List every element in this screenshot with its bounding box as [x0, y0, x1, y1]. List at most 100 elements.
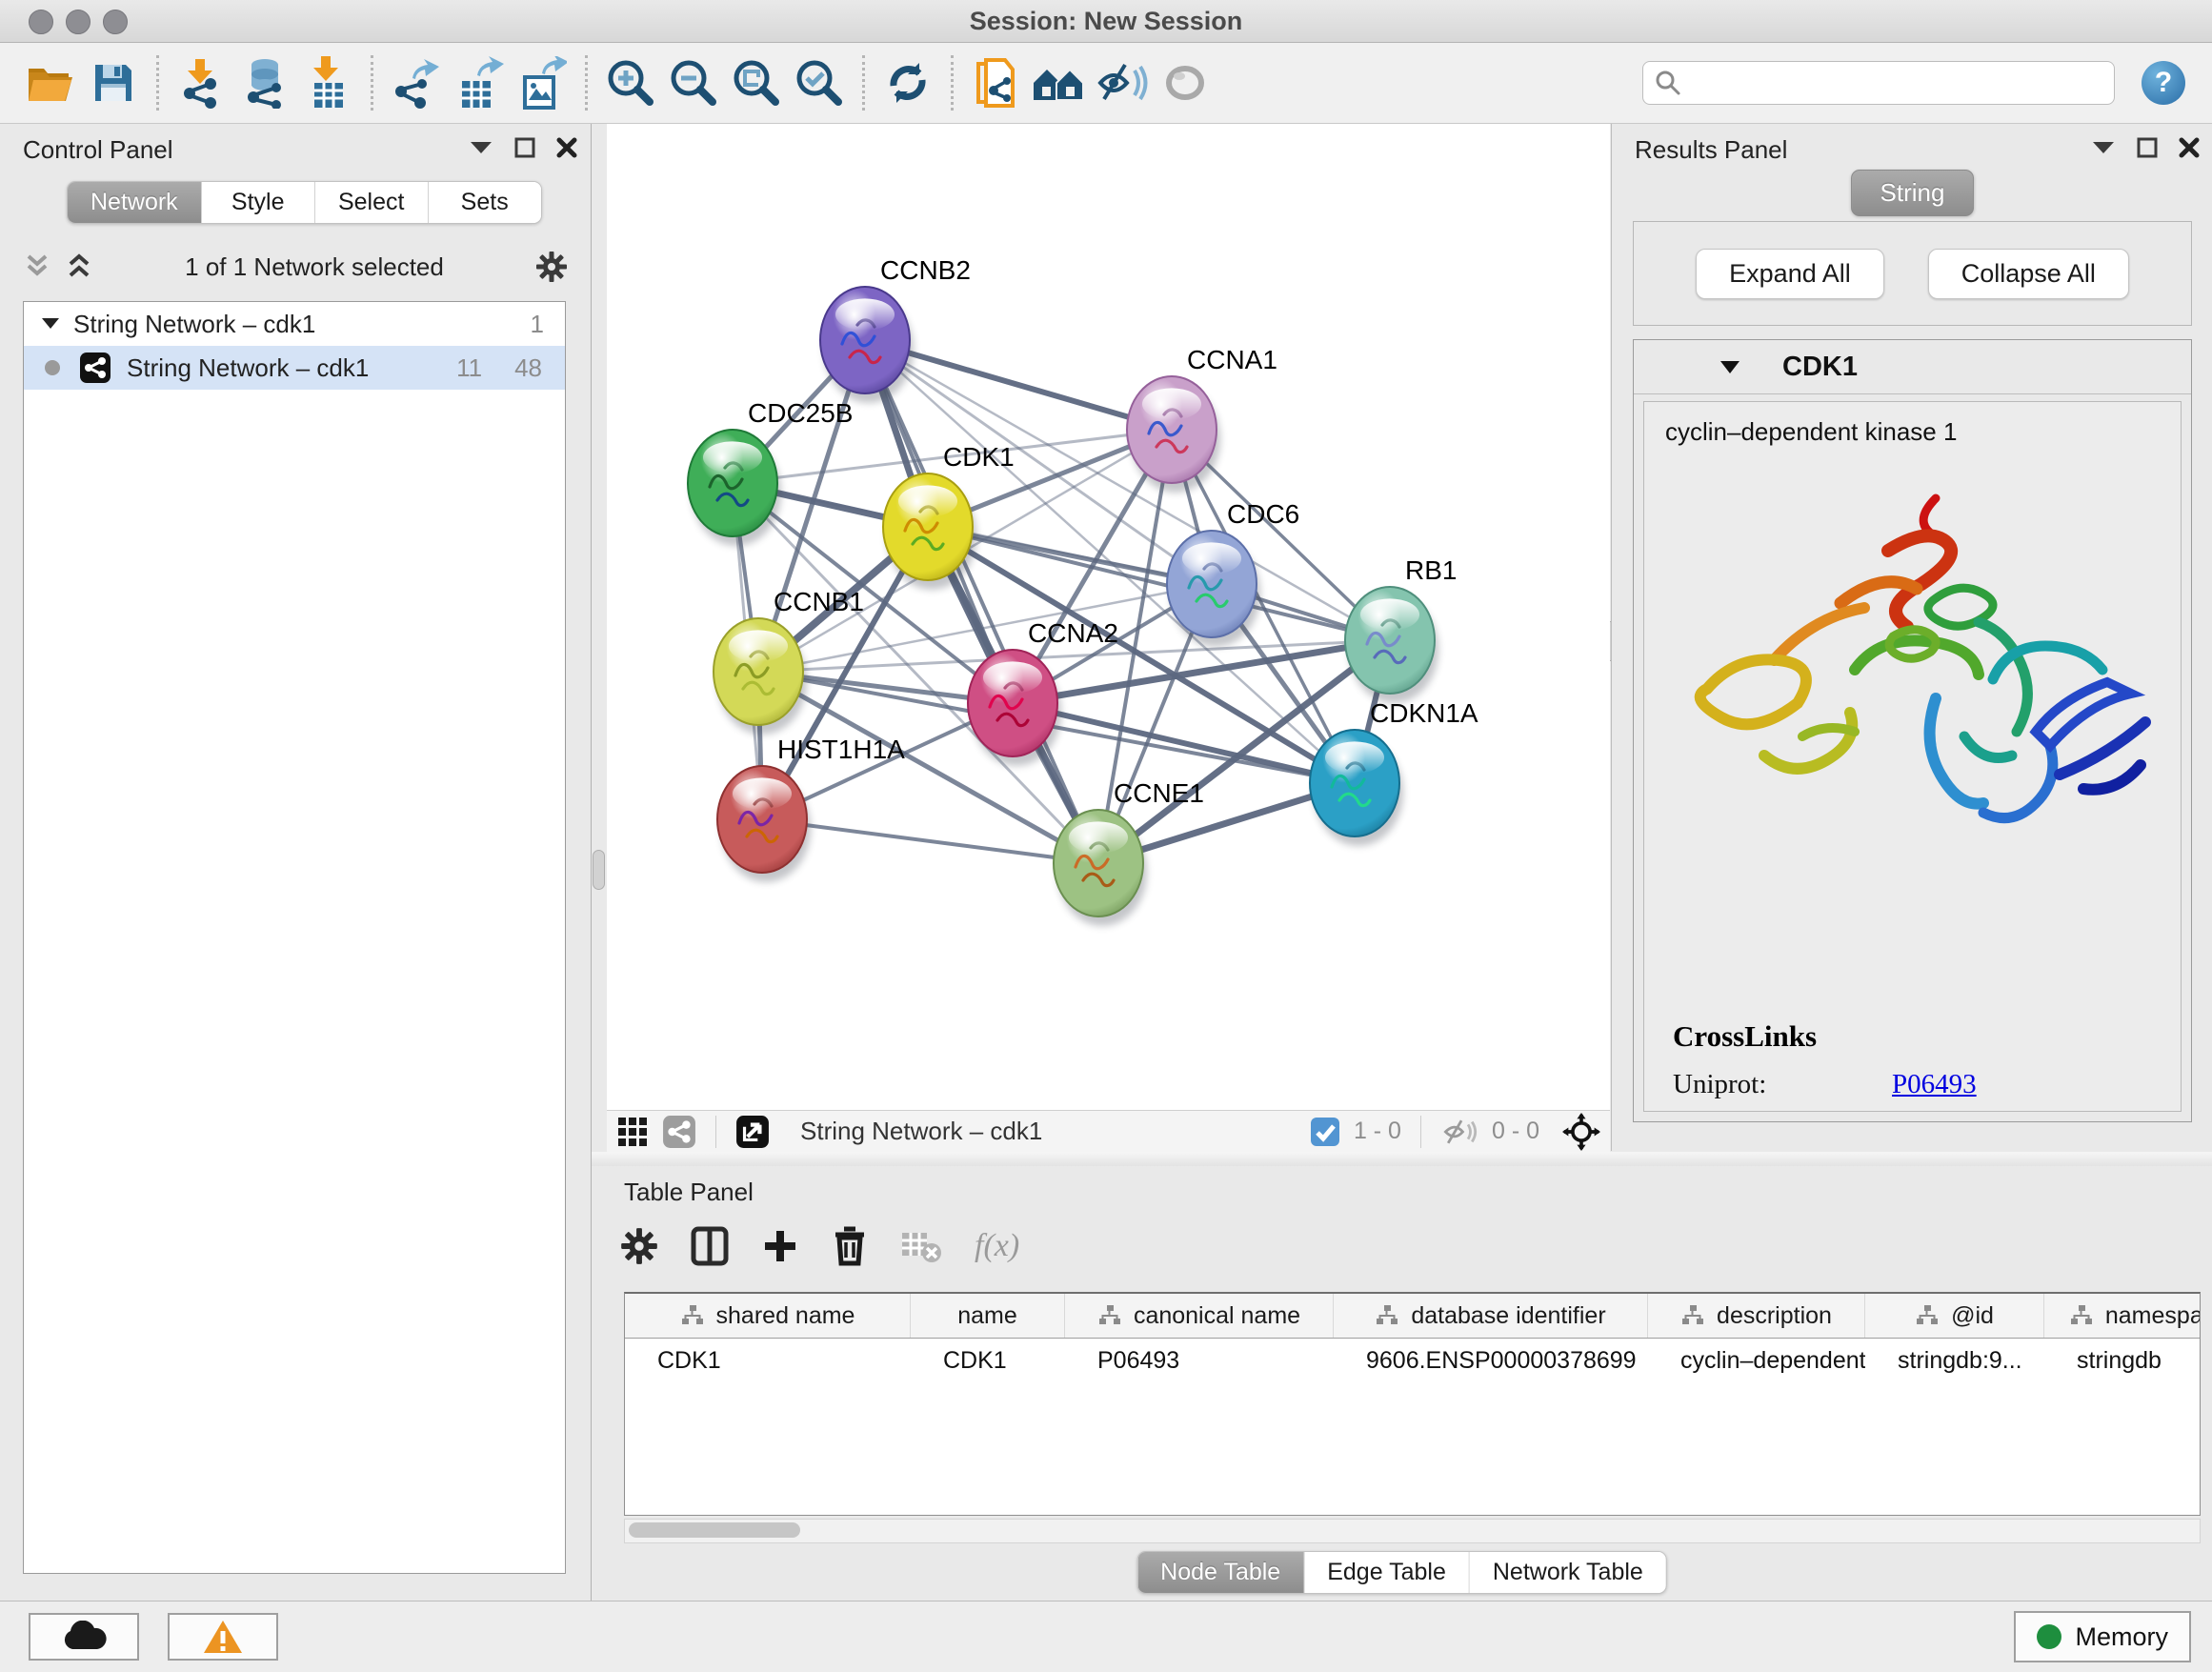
- column-header-database-identifier[interactable]: database identifier: [1334, 1294, 1648, 1338]
- open-session-button[interactable]: [19, 51, 82, 114]
- export-network-button[interactable]: [385, 51, 448, 114]
- selected-nodes-checkbox-icon[interactable]: [1310, 1117, 1340, 1147]
- network-options-gear-icon[interactable]: [535, 251, 568, 283]
- table-cell[interactable]: 9606.ENSP00000378699: [1334, 1339, 1648, 1382]
- column-header-shared-name[interactable]: shared name: [625, 1294, 911, 1338]
- table-row[interactable]: CDK1CDK1P064939606.ENSP00000378699cyclin…: [625, 1339, 2200, 1382]
- view-network-icon[interactable]: [662, 1115, 696, 1149]
- panel-menu-icon[interactable]: [2091, 140, 2116, 155]
- memory-button[interactable]: Memory: [2014, 1611, 2191, 1662]
- tab-string[interactable]: String: [1851, 170, 1975, 216]
- table-cell[interactable]: CDK1: [625, 1339, 911, 1382]
- node-label: CCNB1: [774, 587, 864, 616]
- tab-network-table[interactable]: Network Table: [1470, 1552, 1666, 1593]
- network-node[interactable]: CDC6: [1167, 499, 1299, 647]
- column-header-name[interactable]: name: [911, 1294, 1065, 1338]
- network-node[interactable]: CCNB2: [820, 255, 971, 403]
- table-cell[interactable]: stringdb: [2044, 1339, 2201, 1382]
- tab-sets[interactable]: Sets: [429, 182, 541, 223]
- table-options-gear-icon[interactable]: [620, 1227, 658, 1265]
- home-button[interactable]: [1028, 51, 1091, 114]
- column-header--id[interactable]: @id: [1865, 1294, 2044, 1338]
- network-edge[interactable]: [928, 527, 1390, 640]
- delete-column-icon[interactable]: [832, 1226, 868, 1266]
- import-table-button[interactable]: [296, 51, 359, 114]
- crosslink-link[interactable]: P06493: [1892, 1069, 1977, 1100]
- zoom-out-button[interactable]: [662, 51, 725, 114]
- column-header-description[interactable]: description: [1648, 1294, 1865, 1338]
- warnings-button[interactable]: [168, 1613, 278, 1661]
- birdseye-crosshair-icon[interactable]: [1562, 1113, 1600, 1151]
- open-view-icon[interactable]: [735, 1115, 770, 1149]
- collapse-all-icon[interactable]: [23, 252, 51, 281]
- network-node[interactable]: CDKN1A: [1310, 698, 1478, 846]
- network-icon: [79, 352, 111, 384]
- table-cell[interactable]: cyclin–dependent ...: [1648, 1339, 1865, 1382]
- zoom-fit-button[interactable]: [725, 51, 788, 114]
- network-row-selected[interactable]: String Network – cdk1 11 48: [24, 346, 565, 390]
- expand-all-icon[interactable]: [65, 252, 93, 281]
- network-canvas[interactable]: CCNB2CCNA1CDC25BCDK1CDC6RB1CCNB1CCNA2CDK…: [607, 124, 1610, 1110]
- network-edge[interactable]: [762, 819, 1098, 863]
- import-database-button[interactable]: [233, 51, 296, 114]
- show-all-button[interactable]: [1154, 51, 1217, 114]
- zoom-selected-button[interactable]: [788, 51, 851, 114]
- function-builder-icon[interactable]: f(x): [975, 1228, 1019, 1264]
- first-neighbors-button[interactable]: [965, 51, 1028, 114]
- column-network-icon: [1375, 1304, 1399, 1327]
- table-panel-splitter[interactable]: [592, 1152, 2212, 1167]
- node-label: RB1: [1405, 555, 1457, 585]
- zoom-in-button[interactable]: [599, 51, 662, 114]
- gene-card-header[interactable]: CDK1: [1634, 340, 2191, 394]
- table-cell[interactable]: P06493: [1065, 1339, 1334, 1382]
- apply-layout-button[interactable]: [876, 51, 939, 114]
- tab-edge-table[interactable]: Edge Table: [1304, 1552, 1470, 1593]
- gene-expander-icon[interactable]: [1719, 360, 1740, 374]
- hide-selected-button[interactable]: [1091, 51, 1154, 114]
- column-header-canonical-name[interactable]: canonical name: [1065, 1294, 1334, 1338]
- collapse-all-button[interactable]: Collapse All: [1928, 249, 2129, 299]
- import-network-button[interactable]: [171, 51, 233, 114]
- add-column-icon[interactable]: [761, 1227, 799, 1265]
- float-panel-icon[interactable]: [514, 137, 535, 158]
- network-node[interactable]: CCNE1: [1054, 778, 1204, 926]
- delete-table-icon[interactable]: [900, 1229, 942, 1263]
- tab-style[interactable]: Style: [202, 182, 315, 223]
- help-button[interactable]: ?: [2142, 61, 2185, 105]
- close-panel-icon[interactable]: [2179, 137, 2200, 158]
- close-panel-icon[interactable]: [556, 137, 577, 158]
- network-node[interactable]: RB1: [1345, 555, 1457, 703]
- network-edge-count: 48: [514, 353, 542, 383]
- tab-node-table[interactable]: Node Table: [1137, 1552, 1304, 1593]
- tab-network[interactable]: Network: [68, 182, 202, 223]
- view-grid-icon[interactable]: [616, 1116, 649, 1148]
- search-input[interactable]: [1691, 69, 2102, 97]
- show-columns-icon[interactable]: [691, 1226, 729, 1266]
- tab-select[interactable]: Select: [315, 182, 429, 223]
- save-session-button[interactable]: [82, 51, 145, 114]
- network-edge[interactable]: [865, 340, 1098, 863]
- column-network-icon: [680, 1304, 705, 1327]
- results-panel-title: Results Panel: [1635, 135, 1787, 165]
- panel-menu-icon[interactable]: [469, 140, 493, 155]
- collection-expander-icon[interactable]: [41, 317, 60, 331]
- column-header-namespace[interactable]: namespace: [2044, 1294, 2201, 1338]
- node-label: CCNB2: [880, 255, 971, 285]
- export-image-button[interactable]: [511, 51, 573, 114]
- table-cell[interactable]: CDK1: [911, 1339, 1065, 1382]
- float-panel-icon[interactable]: [2137, 137, 2158, 158]
- network-node[interactable]: CCNA1: [1127, 345, 1277, 493]
- scrollbar-thumb[interactable]: [629, 1522, 800, 1538]
- table-horizontal-scrollbar[interactable]: [624, 1519, 2201, 1543]
- search-box[interactable]: [1642, 61, 2115, 105]
- export-table-button[interactable]: [448, 51, 511, 114]
- left-splitter-handle[interactable]: [593, 850, 605, 890]
- toolbar-separator: [371, 55, 373, 111]
- network-node[interactable]: HIST1H1A: [717, 735, 905, 882]
- network-node[interactable]: CCNB1: [714, 587, 864, 735]
- expand-all-button[interactable]: Expand All: [1696, 249, 1884, 299]
- table-cell[interactable]: stringdb:9...: [1865, 1339, 2044, 1382]
- cloud-status-button[interactable]: [29, 1613, 139, 1661]
- hidden-count: 0 - 0: [1492, 1118, 1539, 1145]
- network-collection-row[interactable]: String Network – cdk1 1: [24, 302, 565, 346]
